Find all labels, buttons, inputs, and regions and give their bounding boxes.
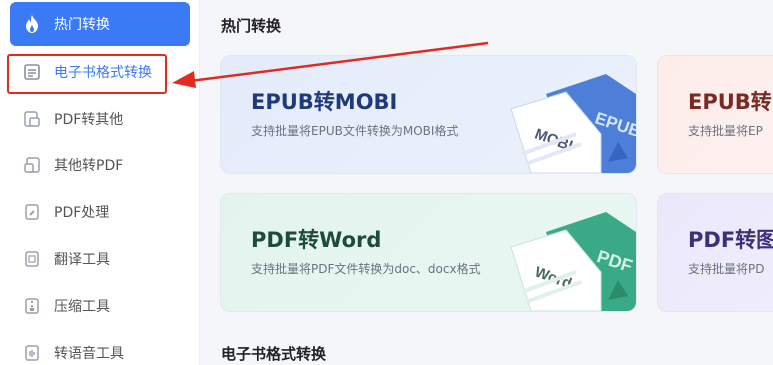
sidebar-item-label: 其他转PDF: [54, 158, 124, 174]
card-desc: 支持批量将PD: [688, 262, 765, 276]
pdf-convert-icon: [22, 109, 42, 129]
epub-mobi-illustration: EPUB MOBI: [510, 74, 636, 173]
flame-icon: [22, 14, 42, 34]
section-title-hot: 热门转换: [221, 17, 282, 35]
translate-icon: [22, 249, 42, 269]
sidebar-item-speech[interactable]: 转语音工具: [10, 331, 190, 365]
main-content: 热门转换 EPUB转MOBI 支持批量将EPUB文件转换为MOBI格式 EPUB…: [201, 0, 773, 365]
sidebar-item-ebook[interactable]: 电子书格式转换: [10, 50, 190, 94]
compress-icon: [22, 296, 42, 316]
sidebar-item-pdf-to-other[interactable]: PDF转其他: [10, 97, 190, 141]
sidebar-item-translate[interactable]: 翻译工具: [10, 237, 190, 281]
sidebar-item-label: 压缩工具: [54, 299, 110, 315]
sidebar-item-label: 热门转换: [54, 17, 110, 33]
to-pdf-icon: [22, 155, 42, 175]
card-desc: 支持批量将EPUB文件转换为MOBI格式: [251, 124, 459, 138]
card-desc: 支持批量将PDF文件转换为doc、docx格式: [251, 262, 481, 276]
pdf-word-illustration: PDF Word: [510, 212, 636, 311]
card-epub-to-other[interactable]: EPUB转 支持批量将EP: [657, 55, 773, 174]
sidebar-item-label: PDF转其他: [54, 112, 124, 128]
sidebar-item-other-to-pdf[interactable]: 其他转PDF: [10, 143, 190, 187]
sidebar: 热门转换 电子书格式转换 PDF转其他 其他转PDF PDF处理 翻译工具 压缩…: [0, 0, 200, 365]
card-desc: 支持批量将EP: [688, 124, 763, 138]
card-epub-to-mobi[interactable]: EPUB转MOBI 支持批量将EPUB文件转换为MOBI格式 EPUB MOBI: [220, 55, 637, 174]
sidebar-item-hot[interactable]: 热门转换: [10, 2, 190, 46]
card-title: EPUB转MOBI: [251, 90, 398, 114]
sidebar-item-pdf-process[interactable]: PDF处理: [10, 190, 190, 234]
pdf-edit-icon: [22, 202, 42, 222]
sidebar-item-label: 电子书格式转换: [54, 65, 152, 81]
card-title: EPUB转: [688, 90, 772, 114]
sidebar-item-label: PDF处理: [54, 205, 110, 221]
card-title: PDF转Word: [251, 228, 382, 252]
speech-icon: [22, 343, 42, 363]
card-pdf-to-word[interactable]: PDF转Word 支持批量将PDF文件转换为doc、docx格式 PDF Wor…: [220, 193, 637, 312]
card-title: PDF转图: [688, 228, 773, 252]
sidebar-item-compress[interactable]: 压缩工具: [10, 284, 190, 328]
sidebar-item-label: 翻译工具: [54, 252, 110, 268]
sidebar-item-label: 转语音工具: [54, 346, 124, 362]
card-pdf-to-image[interactable]: PDF转图 支持批量将PD: [657, 193, 773, 312]
ebook-icon: [22, 62, 42, 82]
section-title-ebook: 电子书格式转换: [221, 345, 327, 363]
